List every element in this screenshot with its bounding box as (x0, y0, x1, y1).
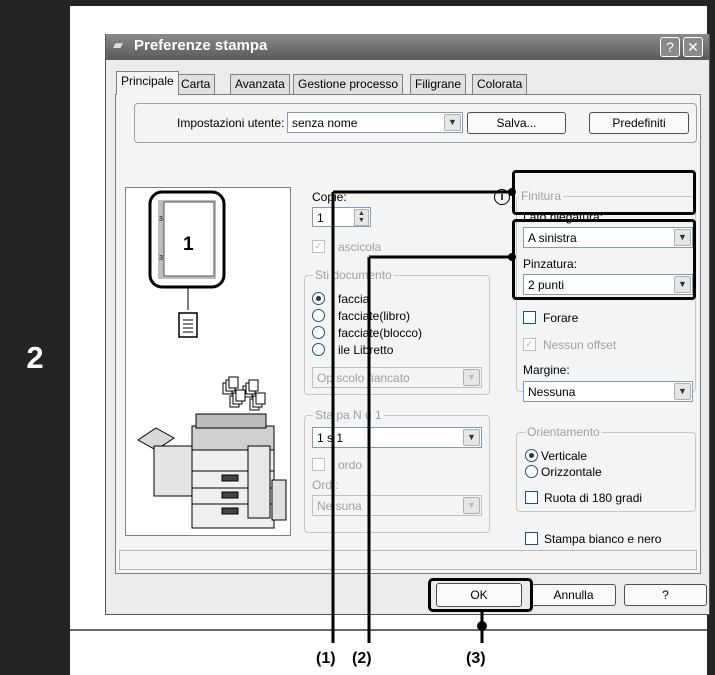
callout-2: (2) (352, 650, 372, 667)
tab-principale[interactable]: Principale (116, 71, 179, 95)
callout-1: (1) (316, 650, 336, 667)
callout-3: (3) (466, 650, 486, 667)
callout-lines (331, 188, 516, 643)
